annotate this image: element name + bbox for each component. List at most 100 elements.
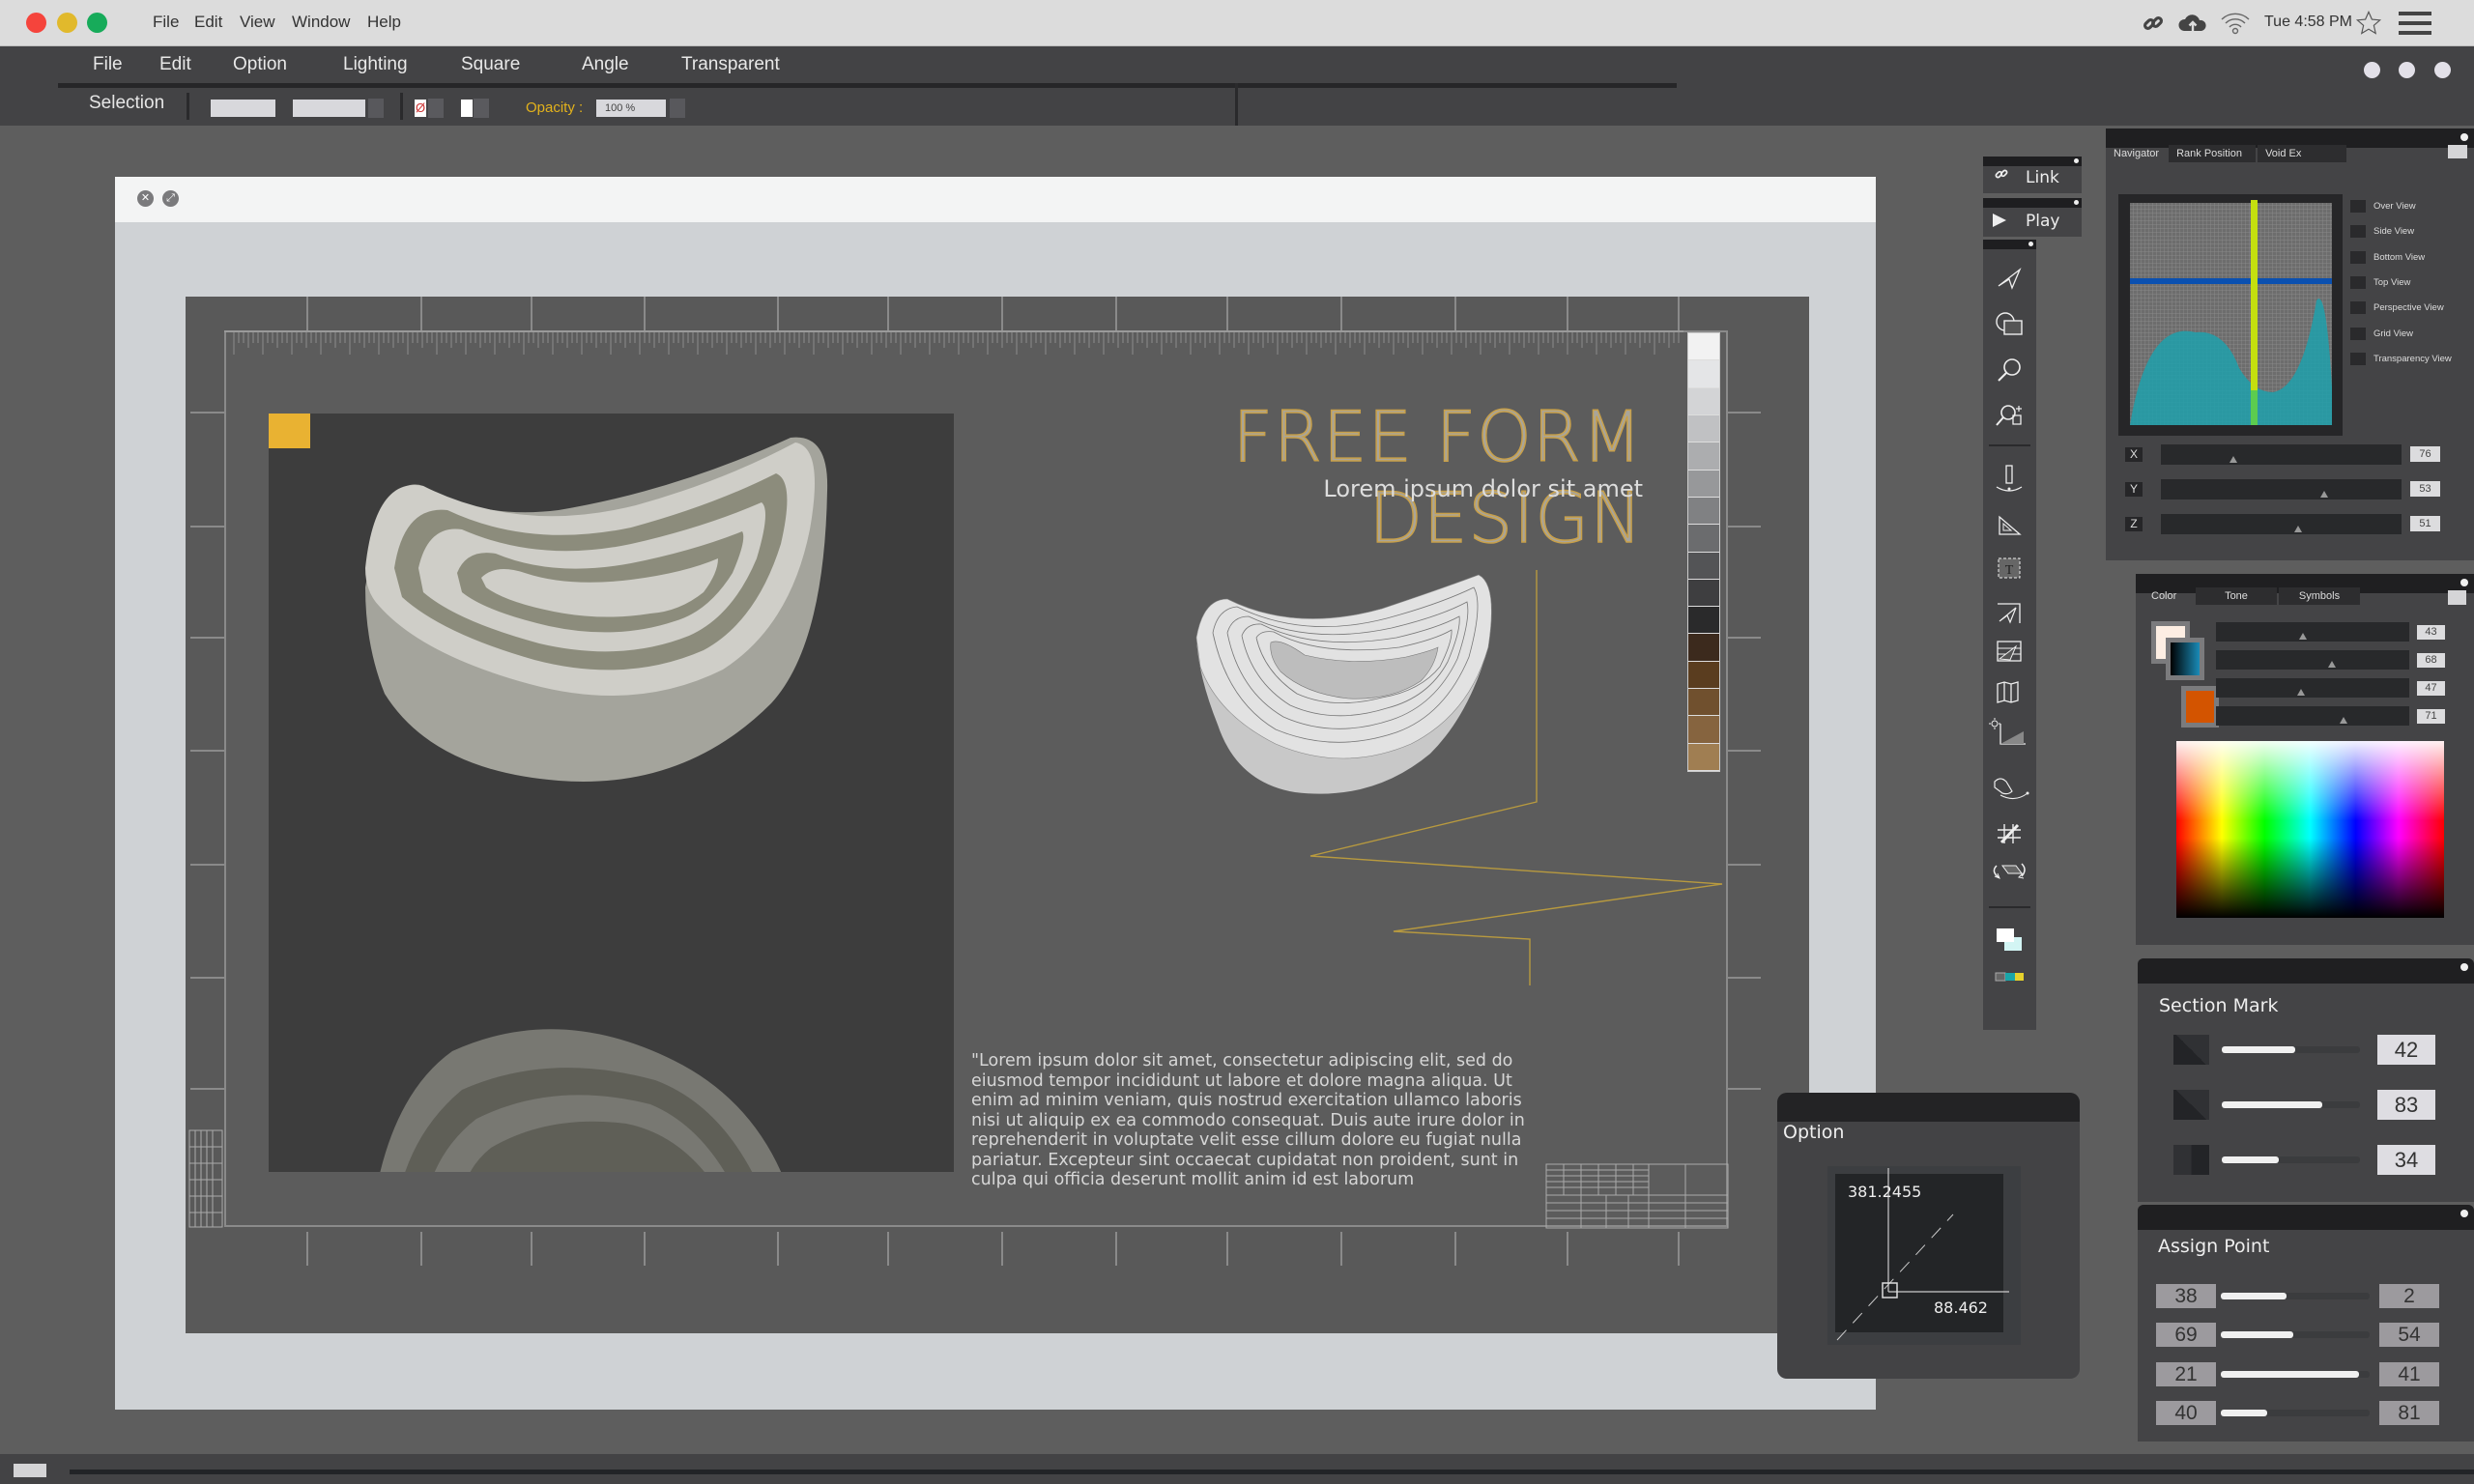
swatch-14[interactable] [1688,689,1719,717]
axis-value-y[interactable]: 53 [2410,481,2440,497]
app-menu-file[interactable]: File [93,54,123,75]
zoom-icon[interactable] [1995,356,2024,385]
third-color-swatch[interactable] [2186,691,2214,723]
stroke-style-dropdown[interactable] [293,100,365,117]
tab-navigator[interactable]: Navigator [2106,145,2167,162]
view-checkbox[interactable] [2350,225,2366,239]
swatch-16[interactable] [1688,743,1719,771]
slider-thumb[interactable] [2229,456,2237,463]
text-frame-icon[interactable]: T [1995,554,2024,583]
stroke-color-swatch[interactable] [2171,642,2200,675]
assign-slider-2[interactable] [2221,1331,2370,1339]
view-checkbox[interactable] [2350,327,2366,340]
pen-anchor-icon[interactable] [1995,464,2024,493]
swatch-11[interactable] [1688,607,1719,635]
link-icon[interactable] [2142,8,2165,39]
view-option[interactable]: Perspective View [2350,301,2444,315]
color-value-1[interactable]: 43 [2417,625,2445,640]
color-value-3[interactable]: 47 [2417,681,2445,696]
stroke-width-field[interactable] [211,100,275,117]
color-mode-icon[interactable] [1995,962,2024,991]
mac-menu-help[interactable]: Help [367,13,401,32]
link-panel[interactable]: Link [1983,157,2082,193]
assign-left-value-2[interactable]: 69 [2156,1323,2216,1348]
swatch-5[interactable] [1688,442,1719,471]
tab-symbols[interactable]: Symbols [2279,587,2360,605]
window-option-dot-2[interactable] [2399,62,2415,78]
assign-right-value-2[interactable]: 54 [2379,1323,2439,1348]
mac-menu-edit[interactable]: Edit [194,13,222,32]
axis-slider-z[interactable] [2161,514,2402,534]
swatch-4[interactable] [1688,414,1719,443]
select-arrow-icon[interactable] [1995,264,2024,293]
axis-slider-y[interactable] [2161,479,2402,499]
color-slider-4[interactable] [2216,706,2409,726]
slider-thumb[interactable] [2297,689,2305,696]
stroke-color-stepper[interactable] [428,99,444,118]
swatch-13[interactable] [1688,661,1719,690]
view-option[interactable]: Transparency View [2350,352,2452,365]
mac-menu-window[interactable]: Window [292,13,350,32]
color-value-4[interactable]: 71 [2417,709,2445,724]
assign-left-value-4[interactable]: 40 [2156,1400,2216,1425]
mac-menu-view[interactable]: View [240,13,275,32]
wifi-icon[interactable] [2220,8,2251,39]
section-mark-slider-3[interactable] [2222,1156,2360,1163]
light-angle-icon[interactable] [1989,718,2028,747]
document-body-text[interactable]: "Lorem ipsum dolor sit amet, consectetur… [971,1051,1532,1190]
axis-slider-x[interactable] [2161,444,2402,465]
section-mark-value-2[interactable]: 83 [2377,1090,2435,1120]
shape-builder-icon[interactable] [1995,310,2024,339]
section-mark-slider-2[interactable] [2222,1101,2360,1108]
color-slider-1[interactable] [2216,622,2409,642]
render-image-frame[interactable] [269,414,954,1333]
hand-curve-icon[interactable] [1991,773,2029,802]
axis-value-z[interactable]: 51 [2410,516,2440,531]
app-menu-transparent[interactable]: Transparent [681,54,780,75]
color-spectrum-picker[interactable] [2176,741,2444,918]
view-option[interactable]: Grid View [2350,327,2413,340]
gradient-select-icon[interactable] [1995,637,2024,666]
section-mark-value-3[interactable]: 34 [2377,1145,2435,1175]
app-menu-option[interactable]: Option [233,54,287,75]
hamburger-menu-icon[interactable] [2399,8,2431,39]
assign-slider-3[interactable] [2221,1370,2370,1378]
tab-void-ex[interactable]: Void Ex [2258,145,2347,162]
measure-triangle-icon[interactable] [1995,510,2024,539]
navigator-preview[interactable] [2118,194,2343,436]
view-option[interactable]: Side View [2350,225,2414,239]
view-checkbox[interactable] [2350,301,2366,315]
view-option[interactable]: Bottom View [2350,250,2425,264]
app-menu-edit[interactable]: Edit [159,54,191,75]
view-checkbox[interactable] [2350,250,2366,264]
assign-point-header[interactable] [2138,1205,2474,1230]
slider-thumb[interactable] [2299,633,2307,640]
swatch-8[interactable] [1688,525,1719,553]
window-option-dot-3[interactable] [2434,62,2451,78]
map-fold-icon[interactable] [1995,677,2024,706]
assign-left-value-3[interactable]: 21 [2156,1361,2216,1386]
view-checkbox[interactable] [2350,352,2366,365]
stroke-style-dropdown-arrow[interactable] [368,99,384,118]
grid-transform-icon[interactable] [1995,819,2024,848]
color-slider-2[interactable] [2216,650,2409,670]
option-handle[interactable] [1882,1282,1898,1298]
section-mark-slider-1[interactable] [2222,1046,2360,1053]
mac-menu-file[interactable]: File [153,13,179,32]
view-checkbox[interactable] [2350,275,2366,289]
section-mark-style-3[interactable] [2173,1145,2209,1175]
opacity-dropdown-arrow[interactable] [670,99,685,118]
no-stroke-icon[interactable]: Ø [415,100,426,117]
view-option[interactable]: Over View [2350,200,2416,213]
assign-right-value-1[interactable]: 2 [2379,1284,2439,1308]
play-panel[interactable]: Play [1983,198,2082,237]
document-subtitle[interactable]: Lorem ipsum dolor sit amet [1063,475,1643,502]
section-mark-style-1[interactable] [2173,1035,2209,1065]
fill-color-stepper[interactable] [474,99,489,118]
swatch-3[interactable] [1688,387,1719,415]
slider-thumb[interactable] [2320,491,2329,498]
assign-slider-1[interactable] [2221,1293,2370,1299]
color-value-2[interactable]: 68 [2417,653,2445,668]
section-mark-header[interactable] [2138,958,2474,984]
tab-tone[interactable]: Tone [2196,587,2277,605]
